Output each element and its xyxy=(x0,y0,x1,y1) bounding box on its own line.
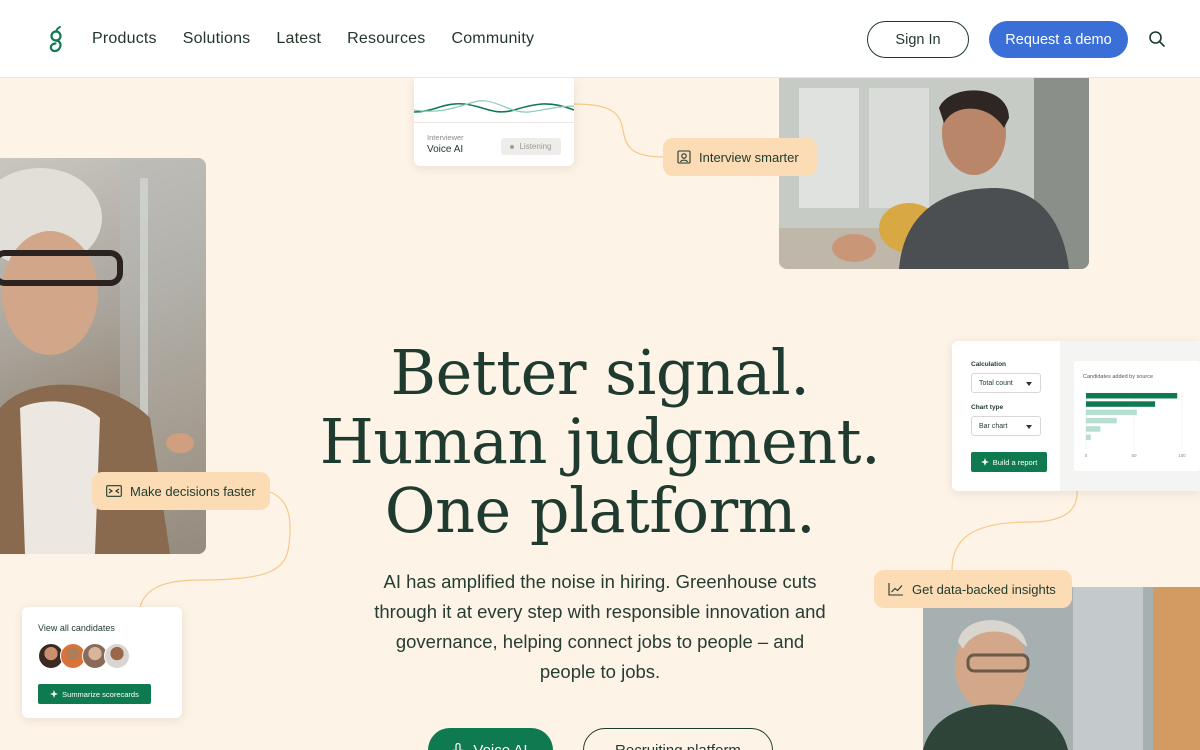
status-dot-icon xyxy=(510,144,515,149)
listening-label: Listening xyxy=(519,142,552,151)
chart-bar xyxy=(1086,417,1117,424)
make-decisions-pill: Make decisions faster xyxy=(92,472,270,510)
report-builder-card: Calculation Total count Chart type Bar c… xyxy=(952,341,1200,491)
photo-man-speaking xyxy=(779,78,1089,269)
greenhouse-logo-icon[interactable] xyxy=(46,24,66,56)
card-divider xyxy=(414,122,574,123)
view-all-candidates-link[interactable]: View all candidates xyxy=(38,623,115,633)
chart-tick-label: 0 xyxy=(1085,453,1088,458)
report-preview: Candidates added by source 0 50 100 xyxy=(1060,341,1200,491)
mini-bar-chart: Candidates added by source 0 50 100 xyxy=(1074,361,1200,471)
listening-status-badge: Listening xyxy=(501,138,561,155)
summarize-scorecards-button[interactable]: Summarize scorecards xyxy=(38,684,151,704)
candidate-avatars xyxy=(38,643,130,669)
chart-bar xyxy=(1086,409,1137,416)
voice-ai-button-label: Voice AI xyxy=(473,741,528,750)
interviewer-label: Interviewer xyxy=(427,133,464,142)
recruiting-platform-button[interactable]: Recruiting platform xyxy=(583,728,773,750)
build-report-label: Build a report xyxy=(992,457,1038,467)
nav-resources[interactable]: Resources xyxy=(347,30,425,48)
site-header: Products Solutions Latest Resources Comm… xyxy=(0,0,1200,78)
calculation-label: Calculation xyxy=(971,361,1007,368)
chart-type-value: Bar chart xyxy=(979,422,1008,430)
voice-ai-button[interactable]: Voice AI xyxy=(428,728,553,750)
main-nav: Products Solutions Latest Resources Comm… xyxy=(92,0,534,78)
hero-subtitle: AI has amplified the noise in hiring. Gr… xyxy=(374,571,826,682)
sparkle-icon xyxy=(980,458,989,466)
chart-tick-label: 50 xyxy=(1131,453,1137,458)
avatar[interactable] xyxy=(104,643,130,669)
chart-type-select[interactable]: Bar chart xyxy=(971,416,1041,436)
nav-solutions[interactable]: Solutions xyxy=(183,30,251,48)
interviewer-name: Voice AI xyxy=(427,144,464,155)
chart-bar xyxy=(1086,401,1156,407)
man-portrait-illustration xyxy=(779,78,1089,269)
photo-older-man xyxy=(923,587,1200,750)
calculation-value: Total count xyxy=(979,379,1013,387)
decisions-icon xyxy=(106,485,122,497)
chart-bar xyxy=(1086,434,1091,440)
hero-heading: Better signal. Human judgment. One platf… xyxy=(300,338,900,545)
build-report-button[interactable]: Build a report xyxy=(971,452,1047,472)
hero-heading-line-3: One platform. xyxy=(384,474,816,547)
chart-type-label: Chart type xyxy=(971,404,1004,411)
make-decisions-label: Make decisions faster xyxy=(130,483,256,499)
calculation-select[interactable]: Total count xyxy=(971,373,1041,393)
voice-waveform xyxy=(414,100,574,113)
nav-latest[interactable]: Latest xyxy=(276,30,321,48)
mini-chart-plot: 0 50 100 xyxy=(1085,391,1186,458)
report-controls: Calculation Total count Chart type Bar c… xyxy=(952,341,1060,491)
candidates-card: View all candidates Summarize scorecards xyxy=(22,607,182,718)
chart-bar xyxy=(1086,393,1178,399)
microphone-icon xyxy=(453,742,463,750)
sign-in-button[interactable]: Sign In xyxy=(867,21,969,58)
chart-tick-label: 100 xyxy=(1178,453,1186,458)
nav-community[interactable]: Community xyxy=(451,30,534,48)
chevron-down-icon xyxy=(1026,425,1032,429)
voice-ai-card: Interviewer Voice AI Listening xyxy=(414,78,574,166)
interview-smarter-pill: Interview smarter xyxy=(663,138,817,176)
summarize-scorecards-label: Summarize scorecards xyxy=(62,689,139,699)
nav-products[interactable]: Products xyxy=(92,30,157,48)
interview-smarter-label: Interview smarter xyxy=(699,149,799,165)
interview-icon xyxy=(677,150,691,164)
chevron-down-icon xyxy=(1026,382,1032,386)
chart-bar xyxy=(1086,426,1101,432)
line-chart-icon xyxy=(888,583,903,596)
older-man-illustration xyxy=(923,587,1200,750)
request-demo-button[interactable]: Request a demo xyxy=(989,21,1128,58)
sparkle-icon xyxy=(50,690,59,698)
hero-heading-line-1: Better signal. xyxy=(390,336,810,409)
search-icon[interactable] xyxy=(1148,30,1166,48)
data-insights-label: Get data-backed insights xyxy=(912,581,1056,597)
hero-heading-line-2: Human judgment. xyxy=(319,405,881,478)
data-insights-pill: Get data-backed insights xyxy=(874,570,1072,608)
